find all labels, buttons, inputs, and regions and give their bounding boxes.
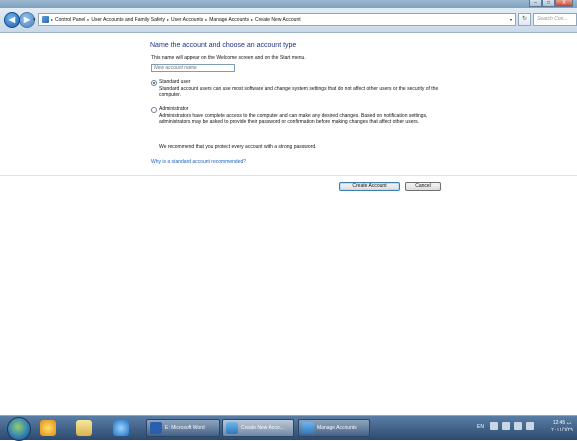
action-center-icon[interactable]: [514, 422, 522, 430]
window-title-bar: – □ X: [0, 0, 577, 8]
window-controls: – □ X: [529, 0, 573, 8]
name-description: This name will appear on the Welcome scr…: [151, 55, 306, 61]
clock-date: ٢٠١١/٦/٢٩: [551, 427, 573, 433]
back-button[interactable]: ◀: [4, 12, 20, 28]
search-input[interactable]: Search Con...: [533, 13, 577, 26]
divider: [0, 175, 577, 176]
page-title: Name the account and choose an account t…: [150, 42, 297, 49]
browser-icon[interactable]: [113, 420, 129, 436]
taskbar-button-label: Manage Accounts: [317, 425, 357, 431]
standard-user-description: Standard account users can use most soft…: [159, 86, 439, 98]
breadcrumb-separator: ▸: [51, 17, 54, 22]
breadcrumb-create-new-account[interactable]: Create New Account: [255, 17, 301, 23]
word-icon: [150, 422, 162, 434]
standard-user-label[interactable]: Standard user: [159, 79, 190, 85]
breadcrumb-separator[interactable]: ▸: [251, 17, 253, 22]
taskbar-button-word[interactable]: E: Microsoft Word: [146, 419, 220, 437]
address-dropdown-icon[interactable]: ▾: [507, 17, 515, 22]
start-button[interactable]: [7, 417, 31, 441]
standard-user-radio[interactable]: [151, 80, 157, 86]
volume-icon[interactable]: [526, 422, 534, 430]
taskbar-button-label: E: Microsoft Word: [165, 425, 205, 431]
administrator-radio[interactable]: [151, 107, 157, 113]
administrator-description: Administrators have complete access to t…: [159, 113, 428, 125]
taskbar-button-label: Create New Acco...: [241, 425, 284, 431]
breadcrumb-manage-accounts[interactable]: Manage Accounts: [209, 17, 249, 23]
show-hidden-icons-icon[interactable]: [490, 422, 498, 430]
taskbar-button-manage-accounts[interactable]: Manage Accounts: [298, 419, 370, 437]
language-indicator[interactable]: EN: [477, 424, 484, 430]
clock-time: 12:45 ب: [552, 420, 572, 426]
close-button[interactable]: X: [555, 0, 573, 7]
administrator-label[interactable]: Administrator: [159, 106, 188, 112]
internet-explorer-icon[interactable]: [40, 420, 56, 436]
breadcrumb-control-panel[interactable]: Control Panel: [55, 17, 85, 23]
navigation-bar: ◀ ▶ ▾ ▸ Control Panel ▸ User Accounts an…: [0, 8, 577, 33]
control-panel-icon: [42, 16, 49, 23]
create-account-button[interactable]: Create Account: [339, 182, 400, 191]
address-bar[interactable]: ▸ Control Panel ▸ User Accounts and Fami…: [38, 13, 516, 26]
clock[interactable]: 12:45 ب ٢٠١١/٦/٢٩: [550, 420, 574, 434]
account-name-input[interactable]: [151, 64, 235, 72]
minimize-button[interactable]: –: [529, 0, 542, 7]
network-icon[interactable]: [502, 422, 510, 430]
breadcrumb-separator[interactable]: ▸: [205, 17, 207, 22]
windows-explorer-icon[interactable]: [76, 420, 92, 436]
password-recommendation: We recommend that you protect every acco…: [159, 144, 317, 150]
system-tray: [490, 422, 534, 430]
breadcrumb-separator[interactable]: ▸: [87, 17, 89, 22]
refresh-button[interactable]: ↻: [518, 13, 531, 26]
taskbar-button-create-new-account[interactable]: Create New Acco...: [222, 419, 294, 437]
breadcrumb-user-accounts-family-safety[interactable]: User Accounts and Family Safety: [91, 17, 165, 23]
user-accounts-icon: [226, 422, 238, 434]
cancel-button[interactable]: Cancel: [405, 182, 441, 191]
breadcrumb-separator[interactable]: ▸: [167, 17, 169, 22]
why-standard-account-link[interactable]: Why is a standard account recommended?: [151, 159, 246, 165]
taskbar: E: Microsoft Word Create New Acco... Man…: [0, 415, 577, 441]
maximize-button[interactable]: □: [542, 0, 555, 7]
breadcrumb-user-accounts[interactable]: User Accounts: [171, 17, 203, 23]
user-accounts-icon: [302, 422, 314, 434]
recent-pages-dropdown[interactable]: ▾: [33, 17, 36, 23]
